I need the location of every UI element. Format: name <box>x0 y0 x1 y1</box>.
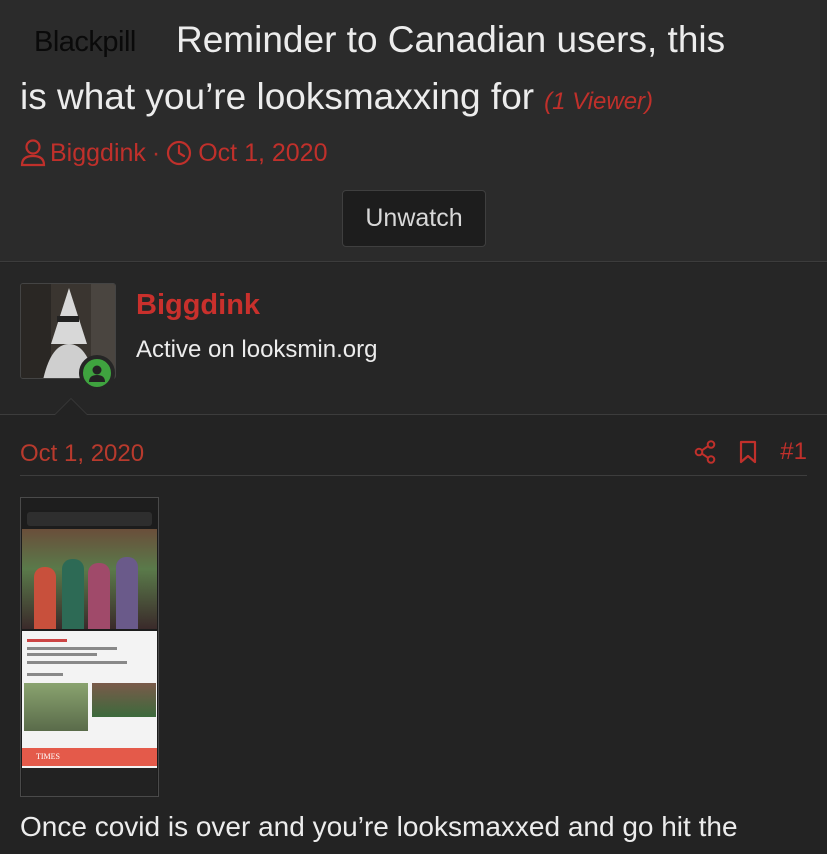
share-icon[interactable] <box>694 440 716 464</box>
post-number-link[interactable]: #1 <box>780 438 807 466</box>
user-title: Active on looksmin.org <box>136 336 378 363</box>
card-line <box>27 639 67 642</box>
screenshot-toolbar <box>22 768 157 796</box>
post-actions: #1 <box>672 438 807 466</box>
photo-figure <box>116 557 138 629</box>
post-username-link[interactable]: Biggdink <box>136 289 260 322</box>
thread-prefix-label[interactable]: Blackpill <box>26 21 144 63</box>
message-arrow <box>54 398 88 415</box>
card-line <box>27 653 97 656</box>
photo-figure <box>88 563 110 629</box>
post-body-text: Once covid is over and you’re looksmaxxe… <box>20 811 738 842</box>
online-status-badge <box>79 355 115 391</box>
user-icon <box>20 139 46 167</box>
online-user-icon <box>89 365 105 382</box>
thread-header: Blackpill Reminder to Canadian users, th… <box>0 0 827 262</box>
thread-title-text: is what you’re looksmaxxing for <box>20 76 535 117</box>
screenshot-url-bar <box>27 512 152 526</box>
post-header: Oct 1, 2020 #1 <box>20 432 807 476</box>
card-thumbnail <box>24 683 88 731</box>
thread-author-link[interactable]: Biggdink <box>50 136 146 170</box>
meta-separator: · <box>151 139 161 167</box>
post-user-block: Biggdink Active on looksmin.org <box>0 263 827 415</box>
post-date-link[interactable]: Oct 1, 2020 <box>20 440 144 468</box>
screenshot-brand-banner: TIMES <box>22 748 157 766</box>
attachment-thumbnail[interactable]: TIMES <box>20 497 159 797</box>
photo-figure <box>62 559 84 629</box>
bookmark-icon[interactable] <box>738 440 758 464</box>
card-line <box>27 647 117 650</box>
photo-figure <box>34 567 56 629</box>
thread-meta: Biggdink · Oct 1, 2020 <box>20 136 327 170</box>
unwatch-button[interactable]: Unwatch <box>342 190 486 247</box>
card-line <box>27 661 127 664</box>
screenshot-status-bar <box>21 498 158 510</box>
card-thumbnail <box>92 683 156 717</box>
thread-title-line-2: is what you’re looksmaxxing for (1 Viewer… <box>20 74 653 125</box>
screenshot-photo <box>22 529 157 629</box>
thread-date-link[interactable]: Oct 1, 2020 <box>198 136 327 170</box>
thread-title-line-1: Reminder to Canadian users, this <box>176 19 726 60</box>
card-line <box>27 673 63 676</box>
clock-icon <box>167 140 192 166</box>
viewer-count[interactable]: (1 Viewer) <box>544 88 653 115</box>
